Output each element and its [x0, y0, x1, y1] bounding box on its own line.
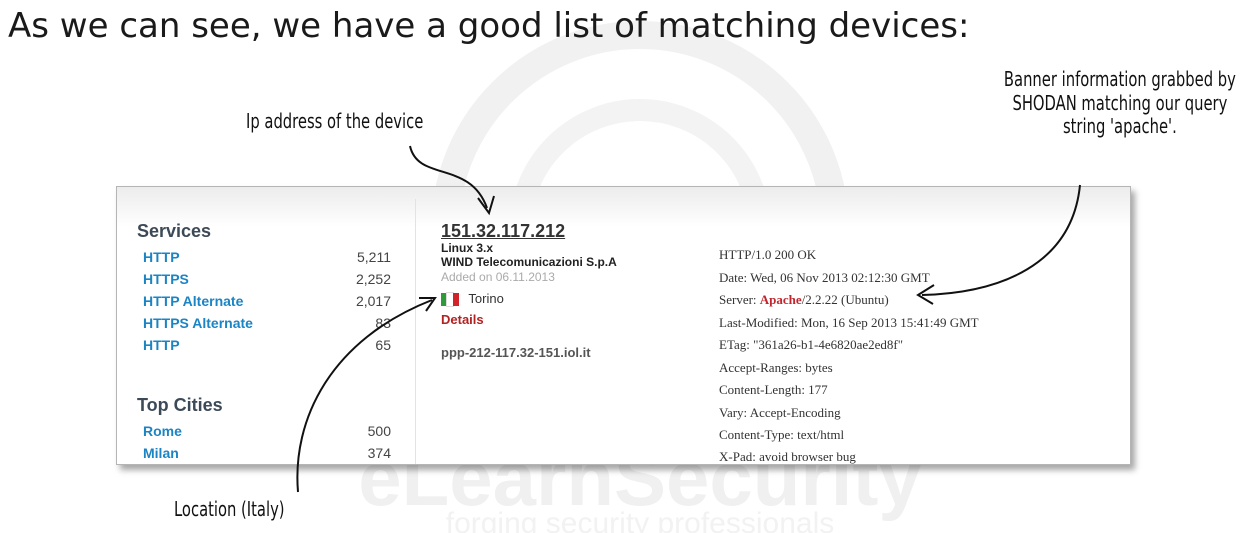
- server-suffix: /2.2.22 (Ubuntu): [801, 292, 889, 307]
- result-os: Linux 3.x: [441, 241, 494, 255]
- italy-flag-icon: [441, 292, 459, 308]
- service-count: 65: [375, 337, 391, 353]
- banner-line: Vary: Accept-Encoding: [719, 405, 841, 420]
- banner-line: Content-Length: 177: [719, 382, 828, 397]
- panel-header-gradient: [117, 187, 1130, 227]
- service-row[interactable]: HTTP Alternate 2,017: [143, 293, 391, 315]
- result-organization: WIND Telecomunicazioni S.p.A: [441, 255, 617, 269]
- banner-server-line: Server: Apache/2.2.22 (Ubuntu): [719, 292, 889, 308]
- result-city: Torino: [468, 291, 504, 306]
- city-count: 374: [367, 445, 391, 461]
- shodan-result-panel: Services HTTP 5,211 HTTPS 2,252 HTTP Alt…: [116, 186, 1131, 465]
- column-divider: [415, 199, 416, 464]
- service-count: 2,252: [355, 271, 391, 287]
- banner-line: Accept-Ranges: bytes: [719, 360, 833, 375]
- result-ip-link[interactable]: 151.32.117.212: [441, 221, 565, 242]
- server-highlight: Apache: [759, 292, 802, 307]
- service-row[interactable]: HTTPS 2,252: [143, 271, 391, 293]
- city-row[interactable]: Milan 374: [143, 445, 391, 464]
- service-count: 5,211: [357, 249, 391, 265]
- service-name-link[interactable]: HTTP Alternate: [143, 293, 243, 309]
- banner-annotation-line-2: SHODAN matching our query: [1012, 90, 1228, 115]
- service-name-link[interactable]: HTTPS Alternate: [143, 315, 253, 331]
- city-name-link[interactable]: Rome: [143, 423, 182, 439]
- service-name-link[interactable]: HTTP: [143, 337, 180, 353]
- city-name-link[interactable]: Milan: [143, 445, 179, 461]
- banner-annotation-line-3: string 'apache'.: [1063, 114, 1177, 139]
- city-count: 500: [367, 423, 391, 439]
- result-added-date: Added on 06.11.2013: [441, 270, 555, 284]
- service-count: 2,017: [355, 293, 391, 309]
- banner-line: HTTP/1.0 200 OK: [719, 247, 817, 262]
- banner-line: Last-Modified: Mon, 16 Sep 2013 15:41:49…: [719, 315, 979, 330]
- service-row[interactable]: HTTPS Alternate 83: [143, 315, 391, 337]
- slide-title: As we can see, we have a good list of ma…: [8, 6, 970, 46]
- service-row[interactable]: HTTP 5,211: [143, 249, 391, 271]
- banner-line: X-Pad: avoid browser bug: [719, 449, 856, 464]
- city-row[interactable]: Rome 500: [143, 423, 391, 445]
- service-row[interactable]: HTTP 65: [143, 337, 391, 359]
- banner-annotation: Banner information grabbed by SHODAN mat…: [1004, 67, 1236, 139]
- services-heading: Services: [137, 221, 212, 241]
- details-link[interactable]: Details: [441, 312, 484, 327]
- banner-line: Date: Wed, 06 Nov 2013 02:12:30 GMT: [719, 270, 930, 285]
- ip-annotation: Ip address of the device: [246, 109, 424, 133]
- service-count: 83: [375, 315, 391, 331]
- server-prefix: Server:: [719, 292, 760, 307]
- watermark-tagline: forging security professionals: [446, 507, 835, 533]
- result-location: Torino: [441, 291, 504, 308]
- banner-line: ETag: "361a26-b1-4e6820ae2ed8f": [719, 337, 904, 352]
- service-name-link[interactable]: HTTP: [143, 249, 180, 265]
- service-name-link[interactable]: HTTPS: [143, 271, 189, 287]
- top-cities-heading: Top Cities: [137, 395, 223, 415]
- banner-annotation-line-1: Banner information grabbed by: [1004, 67, 1236, 91]
- banner-line: Content-Type: text/html: [719, 427, 845, 442]
- result-hostname: ppp-212-117.32-151.iol.it: [441, 345, 591, 360]
- location-annotation: Location (Italy): [174, 497, 285, 521]
